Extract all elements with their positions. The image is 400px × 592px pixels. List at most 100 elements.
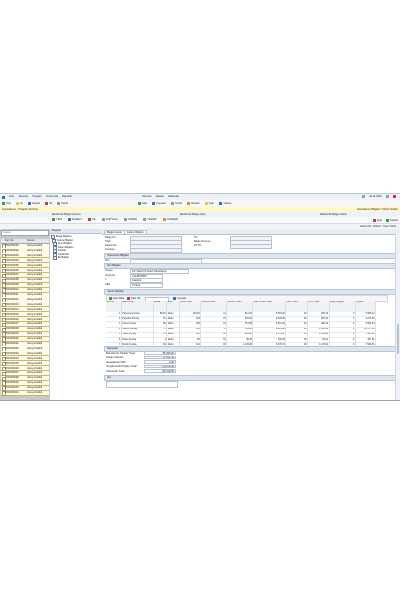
add-label: Ekle — [142, 201, 148, 205]
menu-item[interactable]: Dönemsel — [46, 195, 58, 198]
column-header[interactable]: Birim — [166, 301, 181, 312]
copy-icon — [152, 201, 156, 205]
column-header[interactable]: Sıra No — [106, 301, 122, 312]
user-icon[interactable] — [362, 195, 366, 198]
delete-button[interactable]: Sil — [45, 202, 52, 205]
delete-icon — [45, 201, 49, 205]
banner-right-link[interactable]: Güncelleme Bilgileri / Sürüm Notları — [357, 208, 398, 211]
tab-bar: Belge Listesi Fatura Bilgileri — [102, 229, 400, 235]
menu-item[interactable]: Tanımlar — [18, 195, 28, 198]
action-preview-button[interactable]: ÖNİZLE — [123, 218, 137, 222]
open-button[interactable]: Aç — [15, 202, 23, 205]
menu-item[interactable]: Program — [32, 195, 42, 198]
field-label: Tarih — [105, 240, 111, 243]
tree-item[interactable]: Ek Bilgiler — [53, 256, 69, 260]
total-value[interactable]: 12.776,45 — [144, 355, 176, 360]
new-button[interactable]: Yeni — [2, 202, 11, 205]
action-copy-button[interactable]: KOPYALA — [101, 218, 118, 222]
document-status: Alıcıya İletildi — [27, 312, 43, 316]
column-header[interactable]: Mal/Hizmet — [121, 301, 154, 312]
action-bar: YENİ DÜZELT SİL KOPYALA ÖNİZLE YAZDIR GÖ… — [0, 217, 400, 224]
section-header[interactable]: Alıcı Bilgileri — [104, 263, 398, 269]
add-row-button[interactable]: Satır Ekle — [109, 297, 124, 300]
column-header[interactable]: Mal Hizmet Tutarı — [252, 301, 287, 312]
notes-textarea[interactable] — [106, 381, 178, 388]
total-value[interactable]: 95.295,00 — [144, 351, 176, 355]
archive-icon — [204, 201, 208, 205]
total-label: Toplam İskonto — [106, 356, 124, 360]
document-status: Alıcıya İletildi — [27, 337, 43, 341]
subheader-left: Elektronik Belge Durumu — [52, 212, 81, 216]
help-label: Yardım — [223, 201, 232, 205]
document-search-input[interactable]: Arama — [1, 230, 49, 236]
scrollbar-thumb[interactable] — [396, 324, 400, 354]
section-header[interactable]: Not — [104, 375, 398, 381]
send-label: Gönder — [191, 201, 200, 205]
section-header[interactable]: Fatura Satırları — [104, 289, 398, 295]
document-list-row[interactable]: 2016/00031 Alıcıya İletildi — [1, 390, 49, 396]
field-label: Ünvan — [105, 269, 113, 272]
country-field[interactable]: Türkiye — [130, 282, 163, 288]
delete-row-button[interactable]: Satır Sil — [127, 297, 140, 300]
vertical-scrollbar[interactable] — [395, 234, 400, 400]
document-status: Alıcıya İletildi — [27, 297, 43, 301]
action-label: GÖNDER — [166, 218, 178, 222]
column-header[interactable]: İskonto Tutarı — [226, 301, 254, 312]
tab-invoice-info[interactable]: Fatura Bilgileri — [124, 229, 147, 234]
copy-icon — [101, 218, 105, 222]
date-label: 10.11.2016 — [369, 195, 382, 198]
document-status: Alıcıya İletildi — [27, 366, 43, 370]
cancel-button[interactable]: İptal — [373, 219, 382, 222]
total-value[interactable]: 82.518,55 — [144, 364, 176, 369]
print-button[interactable]: Yazdır — [56, 202, 68, 205]
save-form-button[interactable]: Kaydet — [385, 219, 398, 222]
document-status: Alıcıya İletildi — [27, 302, 43, 306]
cancel-label: İptal — [377, 218, 382, 222]
action-delete-button[interactable]: SİL — [87, 218, 96, 222]
document-status: Alıcıya İletildi — [27, 371, 43, 375]
col-header-number[interactable]: Fat. No — [5, 239, 14, 242]
menu-item[interactable]: Liste — [9, 195, 14, 198]
toolbar-archive-button[interactable]: Arşiv — [204, 201, 214, 205]
action-edit-button[interactable]: DÜZELT — [68, 218, 82, 222]
toolbar-print-button[interactable]: Yazdır — [170, 202, 182, 205]
action-send-button[interactable]: GÖNDER — [162, 218, 178, 222]
total-value[interactable]: 82.518,55 — [144, 369, 176, 373]
add-icon — [138, 201, 142, 205]
toolbar-copy-button[interactable]: Kopyala — [152, 201, 166, 205]
document-number: 2016/00011 — [5, 293, 19, 296]
delete-label: Sil — [49, 201, 52, 205]
column-header[interactable]: KDV Oranı — [285, 301, 308, 312]
document-number: 2016/00005 — [5, 263, 19, 267]
save-button[interactable]: Kaydet — [27, 202, 40, 205]
menu-item[interactable]: Hakkında — [168, 195, 179, 198]
document-number: 2016/00031 — [5, 391, 19, 394]
menu-item[interactable]: Raporlar — [62, 195, 72, 198]
action-print-button[interactable]: YAZDIR — [143, 218, 157, 222]
column-header[interactable]: Diğer Vergiler — [329, 301, 356, 312]
copy-row-button[interactable]: Kopyala — [173, 297, 186, 300]
menu-item[interactable]: Destek — [156, 195, 164, 198]
total-value[interactable]: 0,00 — [144, 360, 176, 364]
document-status: Alıcıya İletildi — [27, 317, 43, 321]
tab-document-list[interactable]: Belge Listesi — [104, 229, 125, 234]
table-body: 1 Polyester Kumaş 86,00 Metre 118,00 12 612,00… — [106, 312, 377, 349]
column-header[interactable]: Miktar — [153, 301, 168, 312]
banner-left-text: Güncelleme - Program Sürümü — [2, 207, 38, 211]
col-header-status[interactable]: Durum — [27, 239, 35, 242]
close-icon[interactable] — [393, 195, 396, 198]
action-new-button[interactable]: YENİ — [52, 218, 63, 222]
column-header[interactable]: Birim Fiyat — [179, 301, 202, 312]
column-header[interactable]: İskonto Oranı — [200, 301, 228, 312]
ettn-field[interactable] — [230, 244, 272, 249]
column-header[interactable]: Toplam — [355, 301, 377, 312]
toolbar-help-button[interactable]: Yardım — [219, 201, 232, 205]
menu-item[interactable]: Pencere — [142, 195, 152, 198]
toolbar-send-button[interactable]: Gönder — [187, 202, 200, 205]
action-label: YENİ — [56, 218, 63, 222]
document-status: Alıcıya İletildi — [27, 268, 43, 272]
minimize-icon[interactable] — [386, 195, 389, 198]
column-header[interactable]: KDV Tutarı — [307, 301, 330, 312]
toolbar-add-button[interactable]: Ekle — [138, 202, 147, 205]
total-label: Mal Hizmet Toplam Tutarı — [106, 351, 136, 355]
